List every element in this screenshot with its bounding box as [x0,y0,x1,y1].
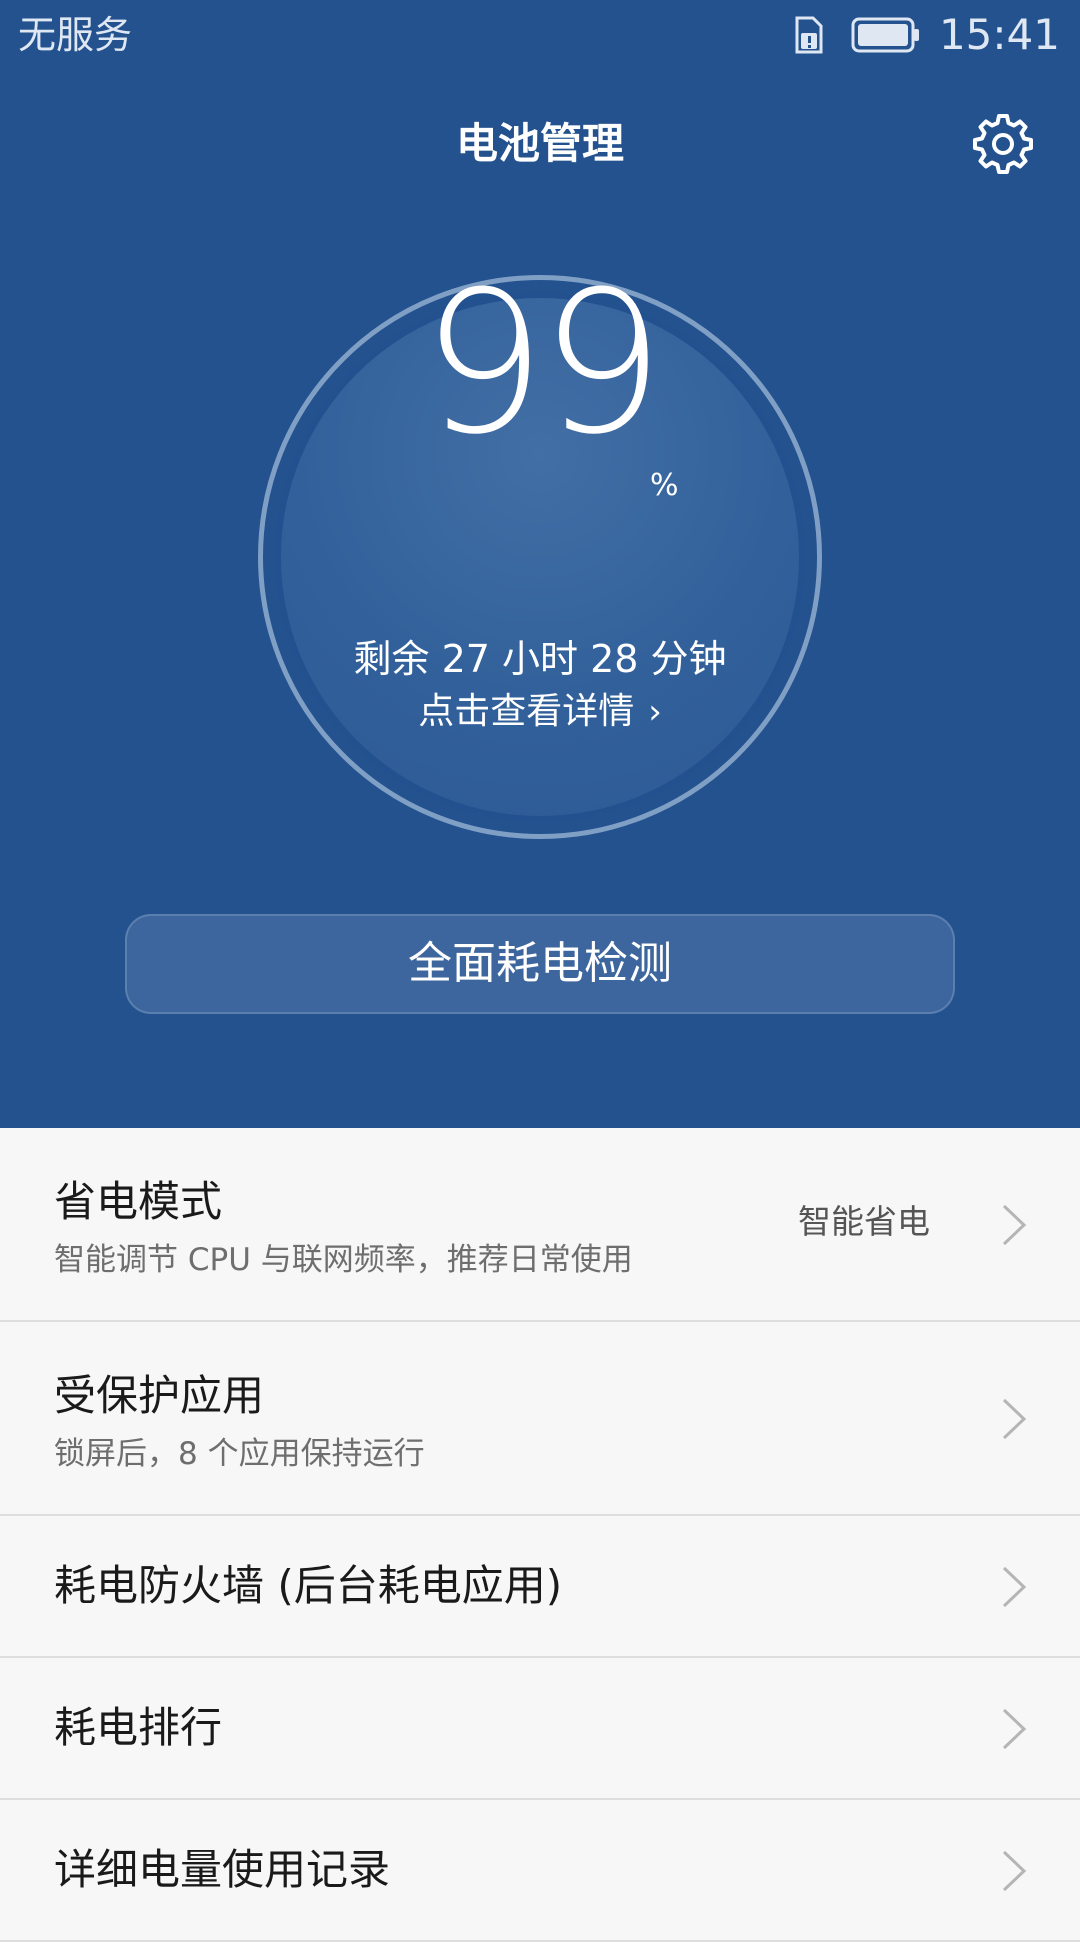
list-item-title: 耗电排行 [54,1703,223,1752]
battery-full-icon [851,17,919,53]
list-item-title: 受保护应用 [54,1371,265,1420]
chevron-right-icon [1002,1850,1027,1892]
list-item-power-saving-mode[interactable]: 省电模式 智能调节 CPU 与联网频率，推荐日常使用 智能省电 [0,1128,1080,1322]
status-icons: 15:41 [789,10,1060,60]
chevron-right-icon: › [648,692,662,732]
status-clock: 15:41 [938,10,1060,59]
list-item-title: 详细电量使用记录 [54,1845,391,1894]
battery-percent-sign: % [650,468,679,503]
view-details-link[interactable]: 点击查看详情 › [258,686,822,738]
chevron-right-icon [1002,1204,1027,1246]
list-item-value: 智能省电 [798,1202,930,1241]
page-title: 电池管理 [455,119,624,168]
view-details-label: 点击查看详情 [418,691,635,732]
list-item-power-firewall[interactable]: 耗电防火墙 (后台耗电应用) [0,1516,1080,1658]
chevron-right-icon [1002,1398,1027,1440]
list-item-title: 省电模式 [54,1177,223,1226]
chevron-right-icon [1002,1566,1027,1608]
full-power-check-button[interactable]: 全面耗电检测 [125,914,955,1014]
list-item-title: 耗电防火墙 (后台耗电应用) [54,1561,563,1610]
list-item-protected-apps[interactable]: 受保护应用 锁屏后，8 个应用保持运行 [0,1322,1080,1516]
list-item-subtitle: 锁屏后，8 个应用保持运行 [54,1436,425,1472]
battery-header-panel: 无服务 15:41 电池管理 99 % 剩余 27 小时 28 分钟 点击查看详… [0,0,1080,1128]
list-item-power-ranking[interactable]: 耗电排行 [0,1658,1080,1800]
gear-icon [973,114,1033,174]
carrier-label: 无服务 [18,13,133,57]
list-item-usage-history[interactable]: 详细电量使用记录 [0,1800,1080,1942]
list-item-subtitle: 智能调节 CPU 与联网频率，推荐日常使用 [54,1242,633,1278]
chevron-right-icon [1002,1708,1027,1750]
settings-button[interactable] [968,112,1038,176]
battery-remaining-time: 剩余 27 小时 28 分钟 [353,637,727,681]
sim-alert-icon [795,16,823,54]
status-bar: 无服务 15:41 [0,0,1080,72]
settings-list: 省电模式 智能调节 CPU 与联网频率，推荐日常使用 智能省电 受保护应用 锁屏… [0,1128,1080,1942]
battery-percent-value: 99 [421,250,664,478]
